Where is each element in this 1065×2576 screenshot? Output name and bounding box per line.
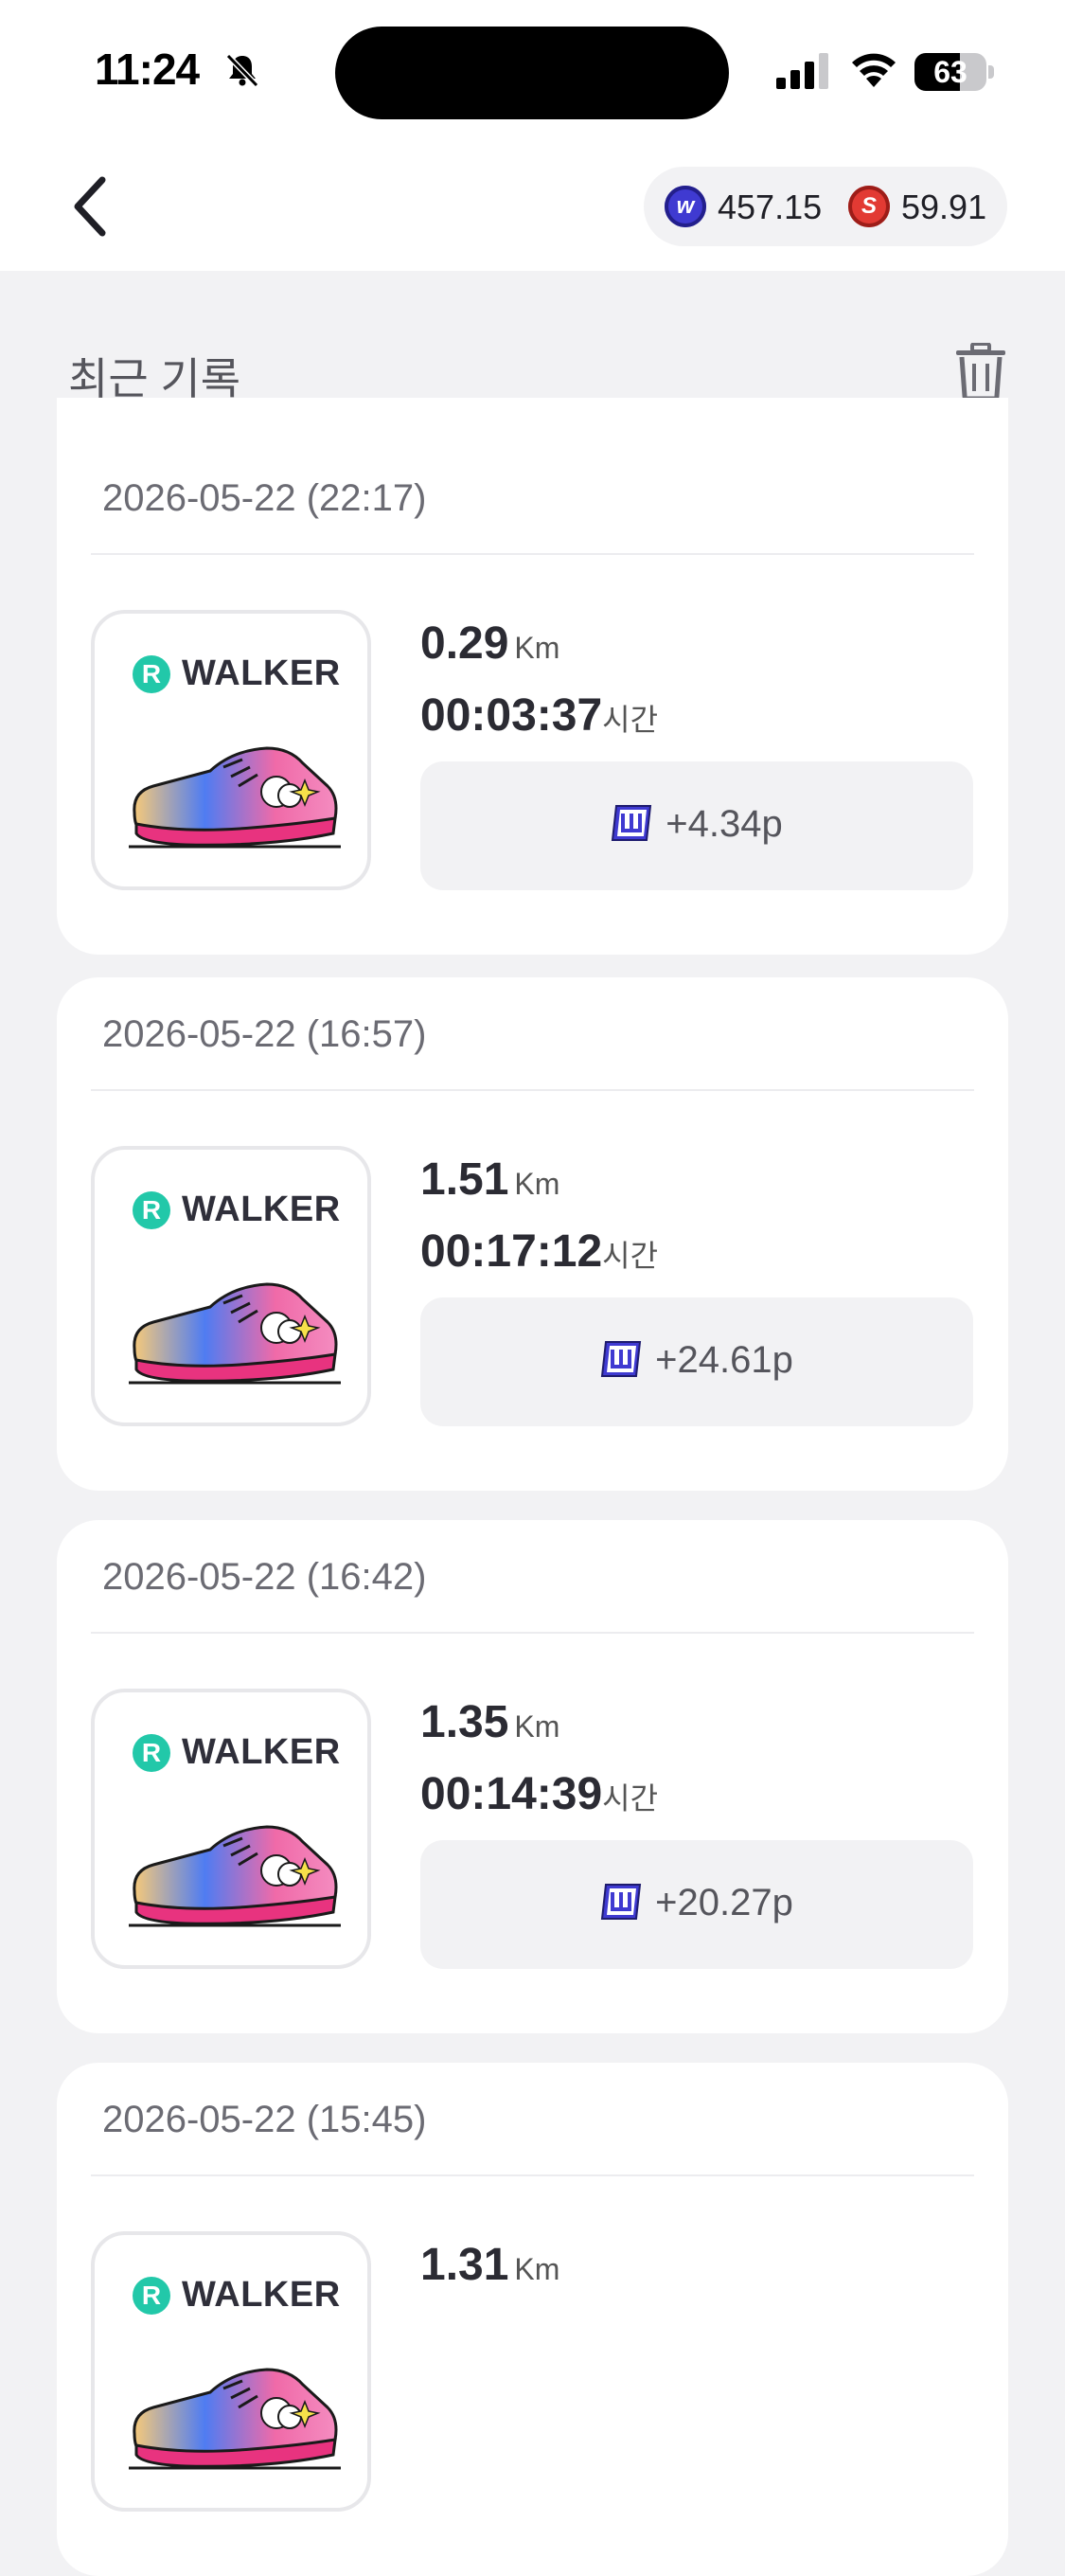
battery-icon: 63 [914,53,996,91]
sneaker-image [129,1825,341,1927]
duration-value: 00:17:12 [420,1226,603,1277]
duration-unit: 시간 [602,1239,659,1273]
w-point-icon [601,1884,642,1920]
distance: 1.51 Km [420,1154,559,1206]
top-header: w 457.15 S 59.91 [0,142,1065,271]
status-bar: 11:24 63 [0,0,1065,142]
duration: 00:14:39시간 [420,1768,658,1820]
balance-pill[interactable]: w 457.15 S 59.91 [644,167,1007,246]
distance-unit: Km [514,2252,560,2286]
brand-badge: R [133,655,170,693]
record-card[interactable]: 2026-05-22 (15:45) R WALKER 1.31 Km [57,2063,1008,2576]
shoe-thumbnail: R WALKER [91,2231,371,2512]
w-point-icon [612,805,652,841]
sneaker-image [129,746,341,849]
w-point-icon [601,1341,642,1377]
distance-value: 0.29 [420,618,509,669]
duration: 00:17:12시간 [420,1225,658,1278]
distance-unit: Km [514,1709,560,1744]
duration-unit: 시간 [602,703,659,737]
duration-value: 00:14:39 [420,1769,603,1819]
back-chevron-icon[interactable] [62,172,123,241]
shoe-thumbnail: R WALKER [91,1689,371,1969]
record-date: 2026-05-22 (15:45) [102,2099,427,2140]
reward-box: +4.34p [420,761,973,890]
brand-badge: R [133,1191,170,1229]
reward-row: +4.34p [420,803,973,846]
duration: 00:03:37시간 [420,689,658,742]
s-coin-balance: 59.91 [901,188,987,226]
reward-box: +20.27p [420,1840,973,1969]
distance-unit: Km [514,631,560,665]
record-card[interactable]: 2026-05-22 (16:57) R WALKER 1.51 Km 00:1… [57,977,1008,1491]
wifi-icon [852,53,896,87]
brand-badge: R [133,2277,170,2315]
duration-value: 00:03:37 [420,690,603,741]
divider [91,553,974,555]
distance-value: 1.35 [420,1697,509,1747]
shoe-thumbnail: R WALKER [91,1146,371,1426]
divider [91,1632,974,1634]
status-time: 11:24 [95,45,200,94]
record-date: 2026-05-22 (16:42) [102,1556,427,1598]
distance-value: 1.31 [420,2240,509,2290]
bell-muted-icon [225,53,259,88]
reward-value: +20.27p [655,1882,793,1923]
s-coin-icon: S [848,186,890,227]
reward-value: +4.34p [666,803,783,845]
brand-name: WALKER [182,1732,341,1772]
trash-icon[interactable] [956,343,1005,400]
brand-badge: R [133,1734,170,1772]
duration-unit: 시간 [602,1781,659,1816]
distance: 1.31 Km [420,2239,559,2291]
brand-name: WALKER [182,2275,341,2315]
record-card[interactable]: 2026-05-22 (22:17) R WALKER 0.29 Km 00:0… [57,398,1008,955]
sneaker-image [129,2368,341,2470]
distance: 1.35 Km [420,1696,559,1748]
reward-box: +24.61p [420,1297,973,1426]
record-date: 2026-05-22 (22:17) [102,477,427,519]
distance-value: 1.51 [420,1154,509,1205]
reward-row: +20.27p [420,1882,973,1924]
brand-name: WALKER [182,653,341,693]
record-card[interactable]: 2026-05-22 (16:42) R WALKER 1.35 Km 00:1… [57,1520,1008,2033]
sneaker-image [129,1282,341,1385]
battery-percent: 63 [933,55,967,89]
divider [91,2174,974,2176]
reward-value: +24.61p [655,1339,793,1381]
w-coin-balance: 457.15 [718,188,823,226]
brand-name: WALKER [182,1190,341,1229]
distance: 0.29 Km [420,617,559,670]
reward-row: +24.61p [420,1339,973,1382]
dynamic-island [335,27,729,119]
signal-icon [776,53,828,89]
shoe-thumbnail: R WALKER [91,610,371,890]
record-date: 2026-05-22 (16:57) [102,1013,427,1055]
distance-unit: Km [514,1167,560,1201]
divider [91,1089,974,1091]
w-coin-icon: w [665,186,706,227]
